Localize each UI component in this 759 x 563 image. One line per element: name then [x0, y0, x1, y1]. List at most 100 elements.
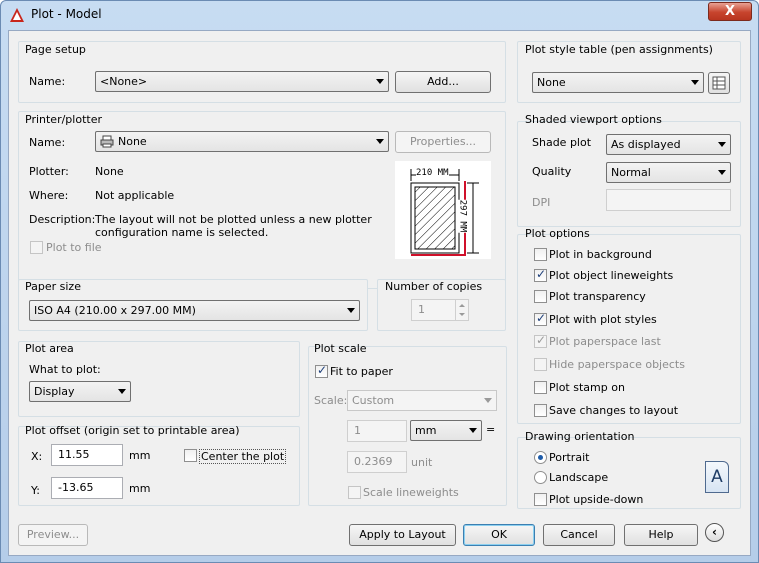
printer-name-value: None — [118, 135, 147, 148]
scale-value-1-input[interactable]: 1 — [347, 420, 407, 442]
plot-to-file-label: Plot to file — [46, 241, 102, 254]
plot-style-table-value: None — [537, 76, 566, 89]
dpi-label: DPI — [532, 196, 551, 209]
plot-upside-down-label: Plot upside-down — [549, 493, 644, 506]
scale-unit-value: mm — [415, 424, 437, 437]
plot-paperspace-last-label: Plot paperspace last — [549, 335, 661, 348]
what-to-plot-dropdown[interactable]: Display — [29, 381, 131, 402]
page-setup-label: Page setup — [25, 43, 86, 56]
scale-lineweights-label: Scale lineweights — [363, 486, 459, 499]
description-label: Description: — [29, 213, 96, 226]
page-setup-name-label: Name: — [29, 75, 66, 88]
plot-in-background-checkbox[interactable] — [534, 248, 547, 261]
hide-paperspace-objects-label: Hide paperspace objects — [549, 358, 685, 371]
where-value: Not applicable — [95, 189, 175, 202]
plot-transparency-label: Plot transparency — [549, 290, 646, 303]
autocad-logo-icon — [10, 8, 24, 22]
paper-size-value: ISO A4 (210.00 x 297.00 MM) — [34, 304, 196, 317]
copies-input[interactable]: 1 — [411, 299, 457, 321]
edit-table-icon — [712, 76, 726, 90]
y-offset-unit: mm — [129, 482, 151, 495]
apply-to-layout-button[interactable]: Apply to Layout — [349, 524, 456, 546]
scale-unit-dropdown[interactable]: mm — [410, 420, 482, 441]
save-changes-to-layout-checkbox[interactable] — [534, 404, 547, 417]
page-setup-name-dropdown[interactable]: <None> — [95, 71, 389, 92]
quality-dropdown[interactable]: Normal — [606, 162, 731, 183]
printer-name-label: Name: — [29, 136, 66, 149]
plot-upside-down-checkbox[interactable] — [534, 493, 547, 506]
equals-sign: = — [486, 423, 496, 436]
scale-dropdown[interactable]: Custom — [347, 390, 497, 411]
plot-paperspace-last-checkbox[interactable] — [534, 333, 547, 348]
plot-transparency-checkbox[interactable] — [534, 290, 547, 303]
plot-with-plot-styles-checkbox[interactable] — [534, 311, 547, 326]
plot-scale-label: Plot scale — [314, 342, 367, 355]
plot-style-table-label: Plot style table (pen assignments) — [525, 43, 713, 56]
x-offset-unit: mm — [129, 449, 151, 462]
y-offset-input[interactable]: -13.65 — [51, 477, 123, 499]
printer-name-dropdown[interactable]: None — [95, 131, 389, 152]
center-plot-label: Center the plot — [199, 449, 287, 464]
plot-object-lineweights-checkbox[interactable] — [534, 267, 547, 282]
close-button[interactable]: X — [708, 2, 752, 21]
edit-plot-style-button[interactable] — [708, 72, 730, 94]
title-bar[interactable]: Plot - Model X — [1, 1, 758, 29]
plot-to-file-checkbox[interactable] — [30, 241, 43, 254]
shade-plot-value: As displayed — [611, 138, 681, 151]
paper-height-label: 297 MM — [457, 199, 468, 233]
copies-spinner[interactable] — [455, 299, 469, 321]
cancel-button[interactable]: Cancel — [543, 524, 615, 546]
dpi-input[interactable] — [606, 189, 731, 211]
what-to-plot-label: What to plot: — [29, 363, 101, 376]
drawing-orientation-label: Drawing orientation — [525, 430, 635, 443]
fit-to-paper-label: Fit to paper — [330, 365, 393, 378]
center-plot-checkbox[interactable] — [184, 449, 197, 462]
scale-lineweights-checkbox[interactable] — [348, 486, 361, 499]
shaded-viewport-label: Shaded viewport options — [525, 113, 662, 126]
properties-button[interactable]: Properties... — [395, 131, 491, 153]
page-setup-name-value: <None> — [100, 75, 148, 88]
plotter-value: None — [95, 165, 124, 178]
paper-size-dropdown[interactable]: ISO A4 (210.00 x 297.00 MM) — [29, 300, 360, 321]
plot-stamp-on-checkbox[interactable] — [534, 381, 547, 394]
quality-label: Quality — [532, 165, 572, 178]
hide-paperspace-objects-checkbox[interactable] — [534, 358, 547, 371]
plot-object-lineweights-label: Plot object lineweights — [549, 269, 674, 282]
scale-value: Custom — [352, 394, 395, 407]
plot-style-table-dropdown[interactable]: None — [532, 72, 704, 93]
what-to-plot-value: Display — [34, 385, 75, 398]
window-title: Plot - Model — [31, 7, 102, 21]
plot-options-group — [517, 234, 741, 424]
fit-to-paper-checkbox[interactable] — [315, 363, 328, 378]
y-offset-label: Y: — [31, 484, 40, 497]
portrait-label: Portrait — [549, 451, 590, 464]
paper-width-label: 210 MM — [416, 168, 449, 178]
help-button[interactable]: Help — [624, 524, 698, 546]
dialog-body: Page setup Name: <None> Add... Printer/p… — [8, 30, 751, 556]
plot-in-background-label: Plot in background — [549, 248, 652, 261]
portrait-radio[interactable] — [534, 451, 547, 464]
description-line-1: The layout will not be plotted unless a … — [95, 213, 372, 226]
plotter-label: Plotter: — [29, 165, 69, 178]
shade-plot-label: Shade plot — [532, 136, 592, 149]
scale-value-2-input[interactable]: 0.2369 — [347, 451, 407, 473]
quality-value: Normal — [611, 166, 651, 179]
shade-plot-dropdown[interactable]: As displayed — [606, 134, 731, 155]
plot-with-plot-styles-label: Plot with plot styles — [549, 313, 657, 326]
x-offset-input[interactable]: 11.55 — [51, 444, 123, 466]
preview-button[interactable]: Preview... — [18, 524, 88, 546]
ok-button[interactable]: OK — [463, 524, 535, 546]
paper-size-label: Paper size — [25, 280, 81, 293]
landscape-label: Landscape — [549, 471, 609, 484]
landscape-radio[interactable] — [534, 471, 547, 484]
plot-dialog: Plot - Model X Page setup Name: <None> A… — [0, 0, 759, 563]
collapse-arrow-icon[interactable]: ‹ — [705, 523, 724, 542]
plot-stamp-on-label: Plot stamp on — [549, 381, 625, 394]
x-offset-label: X: — [31, 450, 43, 463]
add-button[interactable]: Add... — [395, 71, 491, 93]
copies-label: Number of copies — [385, 280, 483, 293]
description-line-2: configuration name is selected. — [95, 226, 269, 239]
printer-icon — [100, 135, 114, 148]
paper-preview: 210 MM 297 MM — [395, 161, 491, 259]
plot-offset-label: Plot offset (origin set to printable are… — [25, 424, 240, 437]
